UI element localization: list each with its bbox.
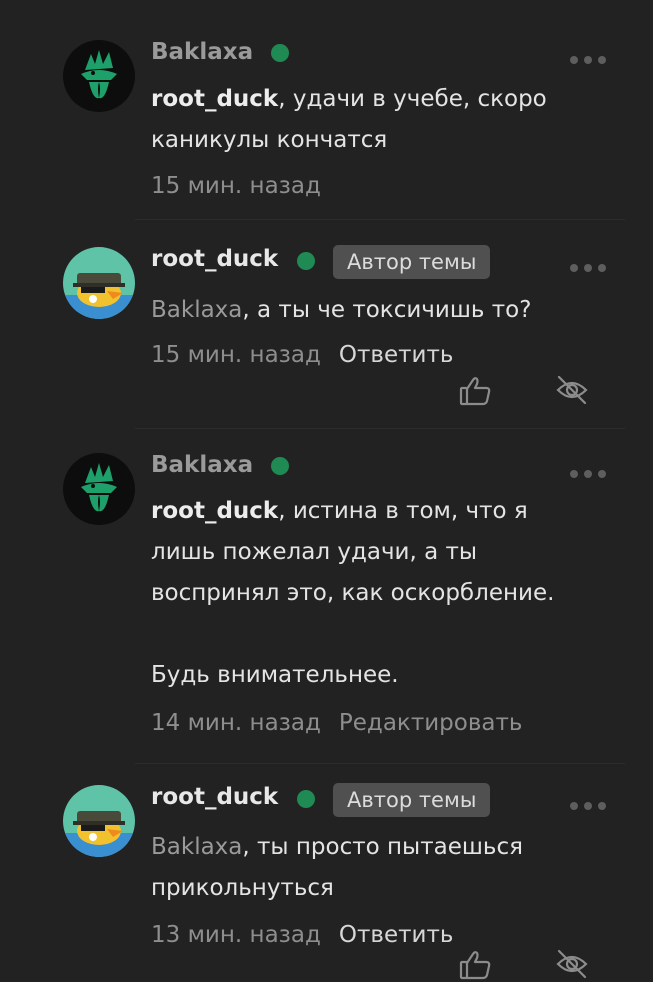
comment-line: , а ты че токсичишь то? — [242, 297, 532, 323]
comment-meta: 15 мин. назад — [151, 173, 321, 199]
comment-line: , удачи в учебе, скоро — [278, 86, 547, 112]
rooster-logo-icon — [63, 453, 135, 525]
topic-author-badge: Автор темы — [333, 783, 491, 817]
comment-time: 15 мин. назад — [151, 342, 321, 368]
comment-text: Baklaxa, ты просто пытаешься прикольнуть… — [151, 827, 523, 909]
avatar-root-duck[interactable] — [63, 247, 135, 319]
comment-line: , ты просто пытаешься — [242, 834, 523, 860]
avatar-baklaxa[interactable] — [63, 40, 135, 112]
comment-time: 15 мин. назад — [151, 173, 321, 199]
more-dots-icon[interactable] — [570, 800, 610, 812]
online-status-dot — [271, 457, 289, 475]
comment-meta: 13 мин. назад Ответить — [151, 922, 453, 948]
comment-line: лишь пожелал удачи, а ты — [151, 539, 478, 565]
reply-button[interactable]: Ответить — [339, 342, 454, 368]
more-dots-icon[interactable] — [570, 468, 610, 480]
avatar-baklaxa[interactable] — [63, 453, 135, 525]
duck-avatar-icon — [63, 785, 135, 857]
online-status-dot — [297, 790, 315, 808]
mention-link[interactable]: root_duck — [151, 86, 278, 112]
comment-line: , истина в том, что я — [278, 498, 528, 524]
topic-author-badge: Автор темы — [333, 245, 491, 279]
comment-line: воспринял это, как оскорбление. — [151, 580, 555, 606]
mention-link[interactable]: Baklaxa — [151, 834, 242, 860]
rooster-logo-icon — [63, 40, 135, 112]
comment-text: Baklaxa, а ты че токсичишь то? — [151, 290, 531, 331]
comment-meta: 15 мин. назад Ответить — [151, 342, 453, 368]
duck-avatar-icon — [63, 247, 135, 319]
online-status-dot — [297, 252, 315, 270]
comment-author[interactable]: root_duck — [151, 246, 278, 272]
comment-meta: 14 мин. назад Редактировать — [151, 710, 522, 736]
comment-time: 14 мин. назад — [151, 710, 321, 736]
mention-link[interactable]: root_duck — [151, 498, 278, 524]
eye-off-icon[interactable] — [554, 946, 590, 982]
eye-off-icon[interactable] — [554, 372, 590, 408]
avatar-root-duck[interactable] — [63, 785, 135, 857]
comment-line: Будь внимательнее. — [151, 662, 399, 688]
more-dots-icon[interactable] — [570, 54, 610, 66]
thumbs-up-icon[interactable] — [458, 946, 494, 982]
comment-author[interactable]: Baklaxa — [151, 39, 253, 65]
comment-line: прикольнуться — [151, 875, 334, 901]
divider — [135, 219, 625, 220]
mention-link[interactable]: Baklaxa — [151, 297, 242, 323]
edit-button[interactable]: Редактировать — [339, 710, 523, 736]
comment-line: каникулы кончатся — [151, 127, 388, 153]
divider — [135, 428, 625, 429]
comment-text: root_duck, истина в том, что я лишь поже… — [151, 491, 554, 696]
reply-button[interactable]: Ответить — [339, 922, 454, 948]
comment-author[interactable]: root_duck — [151, 784, 278, 810]
comment-text: root_duck, удачи в учебе, скоро каникулы… — [151, 79, 547, 161]
comment-author[interactable]: Baklaxa — [151, 452, 253, 478]
more-dots-icon[interactable] — [570, 262, 610, 274]
online-status-dot — [271, 44, 289, 62]
divider — [135, 763, 625, 764]
thumbs-up-icon[interactable] — [458, 372, 494, 408]
comment-time: 13 мин. назад — [151, 922, 321, 948]
